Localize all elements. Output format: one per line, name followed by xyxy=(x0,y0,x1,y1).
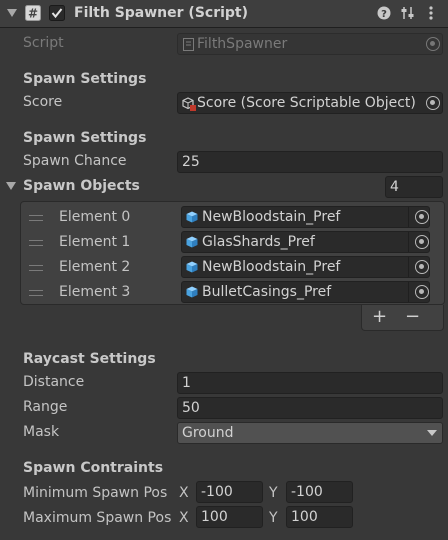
raycast-settings-heading: Raycast Settings xyxy=(23,351,156,367)
max-y-label: Y xyxy=(269,510,278,526)
score-label: Score xyxy=(23,94,63,110)
min-x-label: X xyxy=(179,485,189,501)
min-x-input[interactable]: -100 xyxy=(196,481,263,503)
element-label: Element 2 xyxy=(59,259,131,275)
object-picker-icon[interactable] xyxy=(426,96,440,110)
mask-label: Mask xyxy=(23,424,60,440)
element-field[interactable]: BulletCasings_Pref xyxy=(181,281,430,303)
spawn-constraints-heading: Spawn Contraints xyxy=(23,460,164,476)
element-label: Element 3 xyxy=(59,284,131,300)
range-label: Range xyxy=(23,399,68,415)
element-value: BulletCasings_Pref xyxy=(202,284,332,300)
script-file-icon xyxy=(183,38,194,51)
add-element-button[interactable]: + xyxy=(372,305,387,329)
object-picker-icon[interactable] xyxy=(415,210,429,224)
mask-value: Ground xyxy=(182,425,234,441)
mask-dropdown[interactable]: Ground xyxy=(177,422,443,444)
min-y-label: Y xyxy=(269,485,278,501)
object-picker-icon[interactable] xyxy=(415,285,429,299)
spawn-chance-input[interactable]: 25 xyxy=(177,151,443,173)
element-field[interactable]: NewBloodstain_Pref xyxy=(181,206,430,228)
help-icon[interactable]: ? xyxy=(377,6,391,20)
drag-handle-icon[interactable] xyxy=(29,265,43,271)
list-item: Element 1 GlasShards_Pref xyxy=(20,230,445,255)
more-menu-icon[interactable] xyxy=(428,5,434,21)
element-field[interactable]: NewBloodstain_Pref xyxy=(181,256,430,278)
script-value: FilthSpawner xyxy=(197,36,288,52)
prefab-cube-icon xyxy=(186,211,198,223)
component-header[interactable]: # Filth Spawner (Script) ? xyxy=(0,0,448,28)
preset-icon[interactable] xyxy=(401,6,415,20)
drag-handle-icon[interactable] xyxy=(29,290,43,296)
script-label: Script xyxy=(23,35,64,51)
list-item: Element 2 NewBloodstain_Pref xyxy=(20,255,445,280)
spawn-chance-label: Spawn Chance xyxy=(23,153,127,169)
object-picker-icon xyxy=(426,37,440,51)
element-value: NewBloodstain_Pref xyxy=(202,259,341,275)
script-hash-icon: # xyxy=(25,5,41,21)
spawn-settings-heading: Spawn Settings xyxy=(23,71,147,87)
range-input[interactable]: 50 xyxy=(177,397,443,419)
element-value: GlasShards_Pref xyxy=(202,234,315,250)
element-field[interactable]: GlasShards_Pref xyxy=(181,231,430,253)
spawn-settings-heading-2: Spawn Settings xyxy=(23,130,147,146)
component-title: Filth Spawner (Script) xyxy=(74,5,249,21)
distance-label: Distance xyxy=(23,374,85,390)
remove-element-button[interactable]: − xyxy=(405,305,420,329)
svg-text:?: ? xyxy=(381,9,387,20)
spawn-objects-count[interactable]: 4 xyxy=(385,176,443,198)
element-label: Element 1 xyxy=(59,234,131,250)
scriptable-object-icon xyxy=(182,97,196,111)
score-value: Score (Score Scriptable Object) xyxy=(197,95,416,111)
object-picker-icon[interactable] xyxy=(415,235,429,249)
list-footer: + − xyxy=(361,305,444,331)
max-spawn-pos-label: Maximum Spawn Pos xyxy=(23,510,172,526)
max-x-input[interactable]: 100 xyxy=(196,506,263,528)
drag-handle-icon[interactable] xyxy=(29,215,43,221)
distance-input[interactable]: 1 xyxy=(177,372,443,394)
max-x-label: X xyxy=(179,510,189,526)
object-picker-icon[interactable] xyxy=(415,260,429,274)
element-label: Element 0 xyxy=(59,209,131,225)
spawn-objects-label[interactable]: Spawn Objects xyxy=(23,178,140,194)
svg-text:#: # xyxy=(28,7,38,21)
script-field: FilthSpawner xyxy=(177,33,443,55)
drag-handle-icon[interactable] xyxy=(29,240,43,246)
prefab-cube-icon xyxy=(186,261,198,273)
min-y-input[interactable]: -100 xyxy=(286,481,353,503)
score-field[interactable]: Score (Score Scriptable Object) xyxy=(177,92,443,114)
element-value: NewBloodstain_Pref xyxy=(202,209,341,225)
checkbox-icon[interactable] xyxy=(49,5,65,21)
foldout-arrow-icon[interactable] xyxy=(6,182,16,191)
min-spawn-pos-label: Minimum Spawn Pos xyxy=(23,485,168,501)
max-y-input[interactable]: 100 xyxy=(286,506,353,528)
prefab-cube-icon xyxy=(186,236,198,248)
list-item: Element 0 NewBloodstain_Pref xyxy=(20,205,445,230)
list-item: Element 3 BulletCasings_Pref xyxy=(20,280,445,305)
foldout-arrow-icon[interactable] xyxy=(7,9,17,18)
dropdown-arrow-icon xyxy=(427,430,437,436)
prefab-cube-icon xyxy=(186,286,198,298)
